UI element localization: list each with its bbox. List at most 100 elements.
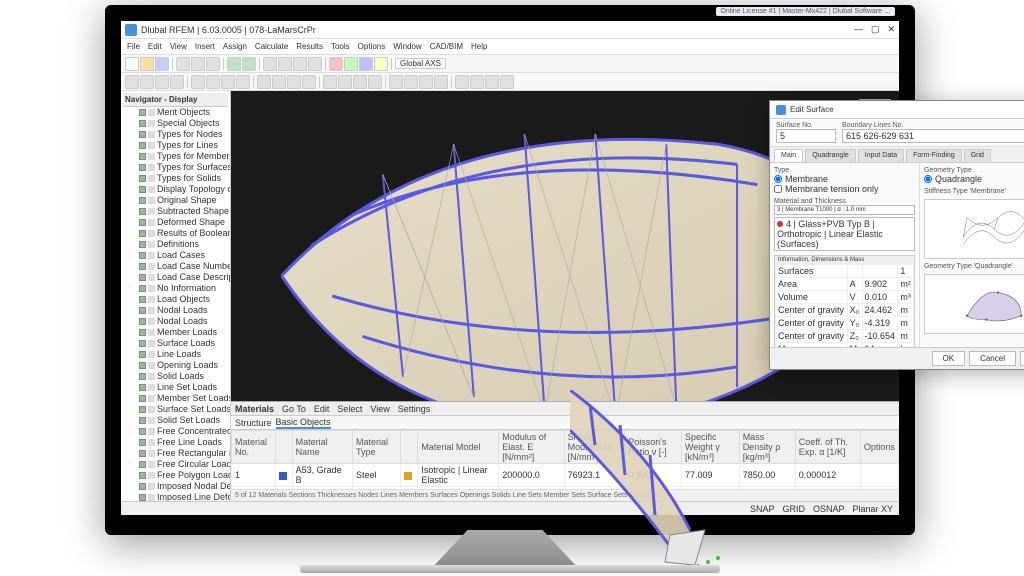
tb2-icon[interactable] — [287, 75, 301, 89]
tree-item[interactable]: Free Rectangular Loads — [123, 448, 228, 459]
tb-redo-icon[interactable] — [242, 57, 256, 71]
tree-item[interactable]: Types for Solids — [123, 173, 228, 184]
tree-item[interactable]: Line Set Loads — [123, 382, 228, 393]
tree-item[interactable]: Solid Set Loads — [123, 415, 228, 426]
tree-item[interactable]: Types for Lines — [123, 140, 228, 151]
tb2-icon[interactable] — [389, 75, 403, 89]
combo-global[interactable]: Global AXS — [395, 58, 446, 69]
tab-formfinding[interactable]: Form-Finding — [906, 149, 962, 162]
tree-item[interactable]: Nodal Loads — [123, 316, 228, 327]
tab-inputdata[interactable]: Input Data — [858, 149, 904, 162]
mat-tab-structure[interactable]: Structure — [235, 418, 272, 428]
tb2-icon[interactable] — [455, 75, 469, 89]
chk-tension-only[interactable] — [774, 185, 782, 193]
tab-grid[interactable]: Grid — [964, 149, 991, 162]
cancel-button[interactable]: Cancel — [969, 351, 1016, 366]
menu-options[interactable]: Options — [358, 42, 386, 51]
tb2-icon[interactable] — [191, 75, 205, 89]
menu-cadbim[interactable]: CAD/BIM — [430, 42, 463, 51]
minimize-button[interactable]: — — [854, 24, 863, 35]
tb2-icon[interactable] — [485, 75, 499, 89]
menu-assign[interactable]: Assign — [223, 42, 247, 51]
tb2-icon[interactable] — [404, 75, 418, 89]
tb-copy-icon[interactable] — [191, 57, 205, 71]
tb2-icon[interactable] — [125, 75, 139, 89]
tb2-icon[interactable] — [470, 75, 484, 89]
tb2-icon[interactable] — [302, 75, 316, 89]
tree-item[interactable]: Original Shape — [123, 195, 228, 206]
tree-item[interactable]: Surface Loads — [123, 338, 228, 349]
tree-item[interactable]: Results of Boolean Operations — [123, 228, 228, 239]
tb2-icon[interactable] — [353, 75, 367, 89]
tb2-icon[interactable] — [419, 75, 433, 89]
tb2-icon[interactable] — [368, 75, 382, 89]
tree-item[interactable]: Surface Set Loads — [123, 404, 228, 415]
tree-item[interactable]: Free Line Loads — [123, 437, 228, 448]
tree-item[interactable]: Load Objects — [123, 294, 228, 305]
tree-item[interactable]: No Information — [123, 283, 228, 294]
table-row[interactable]: 1A53, Grade BSteelIsotropic | Linear Ela… — [232, 464, 899, 487]
mat-menu-edit[interactable]: Edit — [314, 404, 330, 414]
tb-undo-icon[interactable] — [227, 57, 241, 71]
tb-save-icon[interactable] — [155, 57, 169, 71]
mat-menu-goto[interactable]: Go To — [282, 404, 306, 414]
tree-item[interactable]: Deformed Shape — [123, 217, 228, 228]
menu-view[interactable]: View — [170, 42, 187, 51]
tree-item[interactable]: Member Loads — [123, 327, 228, 338]
tb-cut-icon[interactable] — [176, 57, 190, 71]
tb-surface-icon[interactable] — [374, 57, 388, 71]
tree-item[interactable]: Types for Surfaces — [123, 162, 228, 173]
mat-menu-view[interactable]: View — [370, 404, 389, 414]
tb2-icon[interactable] — [140, 75, 154, 89]
tb-line-icon[interactable] — [344, 57, 358, 71]
tree-item[interactable]: Imposed Line Deformations — [123, 492, 228, 501]
tb2-icon[interactable] — [338, 75, 352, 89]
tb2-icon[interactable] — [257, 75, 271, 89]
tree-item[interactable]: Solid Loads — [123, 371, 228, 382]
menu-tools[interactable]: Tools — [331, 42, 350, 51]
menu-help[interactable]: Help — [471, 42, 487, 51]
tb2-icon[interactable] — [272, 75, 286, 89]
tree-item[interactable]: Imposed Nodal Deformations — [123, 481, 228, 492]
tree-item[interactable]: Types for Nodes — [123, 129, 228, 140]
tab-main[interactable]: Main — [774, 149, 803, 162]
tb-rotate-icon[interactable] — [308, 57, 322, 71]
geomtype-radio[interactable] — [924, 175, 932, 183]
tree-item[interactable]: Free Polygon Loads — [123, 470, 228, 481]
tb2-icon[interactable] — [221, 75, 235, 89]
apply-button[interactable]: Apply — [1020, 351, 1024, 366]
menu-file[interactable]: File — [127, 42, 140, 51]
boundary-input[interactable]: 615 626-629 631 — [842, 129, 1024, 143]
tree-item[interactable]: Subtracted Shape — [123, 206, 228, 217]
status-grid[interactable]: GRID — [782, 504, 805, 514]
tb2-icon[interactable] — [206, 75, 220, 89]
tree-item[interactable]: Load Case Numbers — [123, 261, 228, 272]
mat-menu-select[interactable]: Select — [337, 404, 362, 414]
tree-item[interactable]: Nodal Loads — [123, 305, 228, 316]
tb-paste-icon[interactable] — [206, 57, 220, 71]
menu-window[interactable]: Window — [393, 42, 421, 51]
close-button[interactable]: ✕ — [887, 24, 895, 35]
menu-edit[interactable]: Edit — [148, 42, 162, 51]
tb2-icon[interactable] — [434, 75, 448, 89]
surface-no-input[interactable]: 5 — [776, 129, 836, 143]
tb-pan-icon[interactable] — [293, 57, 307, 71]
tab-quadrangle[interactable]: Quadrangle — [805, 149, 856, 162]
tb-new-icon[interactable] — [125, 57, 139, 71]
tree-item[interactable]: Definitions — [123, 239, 228, 250]
tree-item[interactable]: Display Topology on — [123, 184, 228, 195]
thickness-select[interactable]: 3 | Membrane T1000 | d : 1.0 mm — [774, 205, 915, 215]
tree-item[interactable]: Free Circular Loads — [123, 459, 228, 470]
tb2-icon[interactable] — [323, 75, 337, 89]
tb2-icon[interactable] — [236, 75, 250, 89]
tree-item[interactable]: Types for Members — [123, 151, 228, 162]
mat-menu-settings[interactable]: Settings — [398, 404, 431, 414]
tree-item[interactable]: Free Concentrated Loads — [123, 426, 228, 437]
tree-item[interactable]: Opening Loads — [123, 360, 228, 371]
type-radio-membrane[interactable] — [774, 175, 782, 183]
status-snap[interactable]: SNAP — [750, 504, 775, 514]
menu-results[interactable]: Results — [296, 42, 323, 51]
tb2-icon[interactable] — [500, 75, 514, 89]
tb2-icon[interactable] — [170, 75, 184, 89]
tree-item[interactable]: Load Case Descriptions — [123, 272, 228, 283]
